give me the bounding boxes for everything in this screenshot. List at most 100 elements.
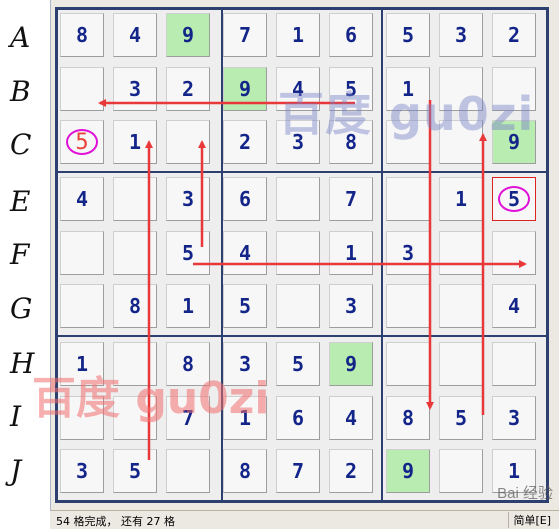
cell-value: 2 — [344, 459, 358, 483]
sudoku-cell[interactable]: 5 — [113, 449, 157, 493]
sudoku-cell[interactable]: 6 — [329, 13, 373, 57]
sudoku-cell[interactable]: 5 — [439, 396, 483, 440]
sudoku-cell[interactable]: 8 — [329, 120, 373, 164]
sudoku-cell[interactable]: 5 — [492, 177, 536, 221]
sudoku-cell[interactable]: 3 — [60, 449, 104, 493]
cell-value: 1 — [291, 23, 305, 47]
sudoku-cell[interactable] — [439, 342, 483, 386]
sudoku-cell[interactable]: 7 — [223, 13, 267, 57]
sudoku-cell[interactable] — [386, 342, 430, 386]
sudoku-cell[interactable] — [113, 342, 157, 386]
sudoku-cell[interactable]: 9 — [223, 67, 267, 111]
row-label: I — [10, 400, 22, 433]
sudoku-cell[interactable] — [439, 120, 483, 164]
cell-value: 1 — [344, 241, 358, 265]
sudoku-cell[interactable] — [439, 284, 483, 328]
sudoku-cell[interactable] — [113, 396, 157, 440]
sudoku-cell[interactable]: 3 — [386, 231, 430, 275]
sudoku-cell[interactable]: 4 — [329, 396, 373, 440]
sudoku-cell[interactable] — [439, 67, 483, 111]
cell-value: 9 — [181, 23, 195, 47]
sudoku-cell[interactable]: 5 — [386, 13, 430, 57]
sudoku-cell[interactable]: 8 — [166, 342, 210, 386]
sudoku-cell[interactable]: 1 — [329, 231, 373, 275]
sudoku-cell[interactable]: 2 — [166, 67, 210, 111]
sudoku-cell[interactable]: 8 — [386, 396, 430, 440]
status-bar: 54 格完成， 还有 27 格 简单[E] — [50, 510, 559, 529]
sudoku-cell[interactable]: 9 — [492, 120, 536, 164]
sudoku-cell[interactable]: 3 — [492, 396, 536, 440]
sudoku-cell[interactable]: 2 — [329, 449, 373, 493]
cell-value: 3 — [344, 294, 358, 318]
sudoku-cell[interactable] — [276, 284, 320, 328]
sudoku-cell[interactable]: 3 — [166, 177, 210, 221]
sudoku-cell[interactable] — [113, 177, 157, 221]
sudoku-cell[interactable]: 3 — [276, 120, 320, 164]
sudoku-cell[interactable]: 8 — [60, 13, 104, 57]
sudoku-cell[interactable] — [492, 231, 536, 275]
sudoku-cell[interactable] — [60, 231, 104, 275]
sudoku-cell[interactable]: 1 — [166, 284, 210, 328]
sudoku-cell[interactable]: 9 — [329, 342, 373, 386]
sudoku-cell[interactable] — [386, 120, 430, 164]
sudoku-cell[interactable] — [386, 284, 430, 328]
sudoku-cell[interactable] — [166, 120, 210, 164]
cell-value: 5 — [344, 77, 358, 101]
row-label: B — [10, 75, 31, 108]
sudoku-cell[interactable]: 1 — [386, 67, 430, 111]
sudoku-cell[interactable]: 6 — [223, 177, 267, 221]
sudoku-cell[interactable]: 4 — [113, 13, 157, 57]
cell-value: 5 — [181, 241, 195, 265]
sudoku-cell[interactable]: 1 — [276, 13, 320, 57]
sudoku-cell[interactable]: 1 — [223, 396, 267, 440]
sudoku-cell[interactable] — [60, 67, 104, 111]
sudoku-cell[interactable]: 4 — [492, 284, 536, 328]
cell-value: 5 — [128, 459, 142, 483]
sudoku-cell[interactable]: 1 — [439, 177, 483, 221]
sudoku-cell[interactable]: 2 — [223, 120, 267, 164]
sudoku-cell[interactable]: 8 — [113, 284, 157, 328]
sudoku-cell[interactable]: 3 — [113, 67, 157, 111]
sudoku-cell[interactable]: 7 — [166, 396, 210, 440]
sudoku-cell[interactable] — [166, 449, 210, 493]
sudoku-cell[interactable]: 5 — [329, 67, 373, 111]
sudoku-cell[interactable]: 3 — [329, 284, 373, 328]
difficulty-mode[interactable]: 简单[E] — [508, 512, 555, 528]
sudoku-cell[interactable]: 4 — [223, 231, 267, 275]
sudoku-cell[interactable] — [276, 177, 320, 221]
cell-value: 1 — [75, 352, 89, 376]
sudoku-cell[interactable]: 5 — [223, 284, 267, 328]
sudoku-cell[interactable] — [276, 231, 320, 275]
sudoku-cell[interactable]: 1 — [113, 120, 157, 164]
sudoku-cell[interactable] — [113, 231, 157, 275]
sudoku-cell[interactable]: 3 — [223, 342, 267, 386]
sudoku-cell[interactable]: 9 — [166, 13, 210, 57]
sudoku-cell[interactable] — [492, 67, 536, 111]
sudoku-cell[interactable] — [439, 449, 483, 493]
sudoku-cell[interactable]: 1 — [60, 342, 104, 386]
sudoku-cell[interactable] — [60, 396, 104, 440]
sudoku-cell[interactable]: 5 — [60, 120, 104, 164]
sudoku-cell[interactable] — [386, 177, 430, 221]
sudoku-cell[interactable] — [492, 342, 536, 386]
sudoku-cell[interactable] — [60, 284, 104, 328]
sudoku-cell[interactable]: 4 — [276, 67, 320, 111]
sudoku-cell[interactable]: 2 — [492, 13, 536, 57]
cell-value: 5 — [454, 406, 468, 430]
status-progress-text: 54 格完成， 还有 27 格 — [56, 515, 175, 528]
sudoku-cell[interactable]: 5 — [276, 342, 320, 386]
sudoku-cell[interactable] — [439, 231, 483, 275]
sudoku-cell[interactable]: 4 — [60, 177, 104, 221]
cell-value: 1 — [454, 187, 468, 211]
cell-value: 1 — [181, 294, 195, 318]
sudoku-cell[interactable]: 9 — [386, 449, 430, 493]
row-label: H — [10, 347, 35, 380]
sudoku-cell[interactable]: 7 — [276, 449, 320, 493]
sudoku-cell[interactable]: 5 — [166, 231, 210, 275]
sudoku-cell[interactable]: 8 — [223, 449, 267, 493]
sudoku-cell[interactable]: 3 — [439, 13, 483, 57]
sudoku-cell[interactable]: 6 — [276, 396, 320, 440]
cell-value: 9 — [238, 77, 252, 101]
cell-value: 1 — [128, 130, 142, 154]
sudoku-cell[interactable]: 7 — [329, 177, 373, 221]
